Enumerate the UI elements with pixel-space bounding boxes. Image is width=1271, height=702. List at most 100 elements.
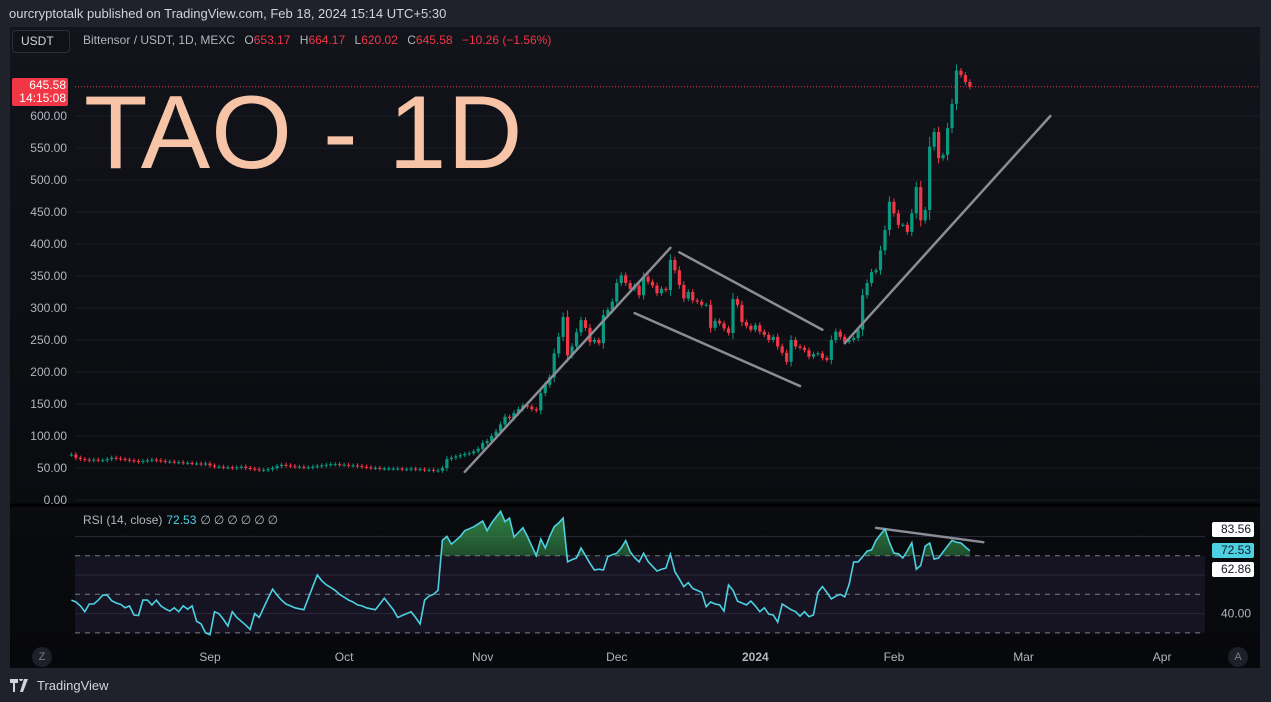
candle xyxy=(422,469,427,471)
candle xyxy=(476,448,480,452)
open-label: O xyxy=(244,33,254,47)
candle xyxy=(780,346,784,353)
candle xyxy=(364,466,369,468)
candle xyxy=(472,451,476,454)
time-tick-label: Nov xyxy=(472,650,493,664)
candle xyxy=(355,465,360,467)
price-tick-label: 250.00 xyxy=(30,333,67,347)
candle xyxy=(789,340,793,362)
footer-brand: TradingView xyxy=(10,678,109,693)
candle xyxy=(574,332,579,347)
candle xyxy=(557,336,561,354)
price-trend-line[interactable] xyxy=(463,246,672,474)
candle xyxy=(127,459,132,461)
rsi-lower-tag: 62.86 xyxy=(1212,562,1254,577)
candle xyxy=(391,468,395,470)
candle xyxy=(458,455,462,457)
close-value: 645.58 xyxy=(415,33,453,47)
symbol-legend: Bittensor / USDT, 1D, MEXC O653.17 H664.… xyxy=(83,33,551,47)
candle xyxy=(387,468,391,470)
time-axis[interactable]: Sep Oct Nov Dec 2024 Feb Mar Apr xyxy=(199,650,1171,664)
candle xyxy=(87,459,91,461)
price-tick-label: 500.00 xyxy=(30,173,67,187)
candle xyxy=(767,334,771,340)
candle xyxy=(816,353,820,355)
candle xyxy=(154,459,158,461)
candle xyxy=(923,210,927,221)
change-value: −10.26 (−1.56%) xyxy=(461,33,552,47)
candle xyxy=(405,469,409,471)
price-axis[interactable]: 0.00 50.00 100.00 150.00 200.00 250.00 300.00 3… xyxy=(30,109,67,507)
candle xyxy=(382,468,386,470)
candle xyxy=(101,460,105,462)
candle xyxy=(735,299,740,305)
chart-text-annotation[interactable]: TAO - 1D xyxy=(84,78,523,188)
candle xyxy=(758,325,762,332)
candle xyxy=(776,336,780,347)
candle xyxy=(941,155,945,159)
candle xyxy=(378,468,382,469)
candle xyxy=(695,300,699,302)
zoom-reset-button[interactable]: Z xyxy=(32,647,52,667)
candle xyxy=(463,453,467,456)
candle xyxy=(346,464,351,466)
candle xyxy=(583,320,588,328)
price-tick-label: 300.00 xyxy=(30,301,67,315)
candle xyxy=(369,467,373,469)
candle xyxy=(172,461,176,463)
candle xyxy=(968,81,972,87)
time-tick-label: Sep xyxy=(199,650,221,664)
candle xyxy=(624,275,628,284)
currency-button[interactable]: USDT xyxy=(12,30,70,53)
candle xyxy=(74,454,78,458)
candle xyxy=(677,270,681,285)
candle xyxy=(217,466,221,468)
price-trend-line[interactable] xyxy=(633,311,802,388)
candle xyxy=(530,406,534,410)
candle xyxy=(878,250,883,271)
candle xyxy=(874,270,878,273)
candle xyxy=(230,467,234,469)
candle xyxy=(351,465,355,467)
candle xyxy=(802,347,807,351)
candle xyxy=(905,224,909,232)
candle xyxy=(454,456,458,458)
candle xyxy=(539,393,543,411)
low-value: 620.02 xyxy=(361,33,398,47)
rsi-trend-line[interactable] xyxy=(874,526,985,544)
symbol-name[interactable]: Bittensor / USDT, 1D, MEXC xyxy=(83,33,235,47)
price-tick-label: 50.00 xyxy=(37,461,67,475)
candle xyxy=(440,468,445,471)
time-tick-label: Oct xyxy=(335,650,354,664)
candle xyxy=(771,336,775,340)
candle xyxy=(83,459,87,461)
candle xyxy=(311,466,315,468)
candle xyxy=(270,468,275,470)
candle xyxy=(668,260,673,291)
candle xyxy=(150,459,154,461)
rsi-hidden-values: ∅∅∅∅∅∅ xyxy=(200,513,282,527)
candle xyxy=(713,320,717,328)
price-trend-line[interactable] xyxy=(678,251,824,332)
candle xyxy=(869,272,874,284)
auto-scale-button[interactable]: A xyxy=(1228,647,1248,667)
candle xyxy=(650,281,655,286)
candle xyxy=(950,103,954,129)
candle xyxy=(646,276,650,282)
time-tick-label: Apr xyxy=(1153,650,1172,664)
candle xyxy=(436,470,440,472)
close-label: C xyxy=(407,33,416,47)
candle xyxy=(820,353,824,358)
candle xyxy=(566,316,570,356)
price-tick-label: 400.00 xyxy=(30,237,67,251)
rsi-axis[interactable]: 40.00 xyxy=(1221,607,1251,621)
candle xyxy=(932,132,936,147)
price-tick-label: 0.00 xyxy=(44,493,68,507)
candle xyxy=(288,465,293,467)
candle xyxy=(619,275,623,284)
candle xyxy=(561,316,565,337)
candle xyxy=(785,352,789,362)
rsi-name[interactable]: RSI (14, close) xyxy=(83,513,162,527)
candle xyxy=(360,466,364,468)
candle xyxy=(659,288,664,294)
